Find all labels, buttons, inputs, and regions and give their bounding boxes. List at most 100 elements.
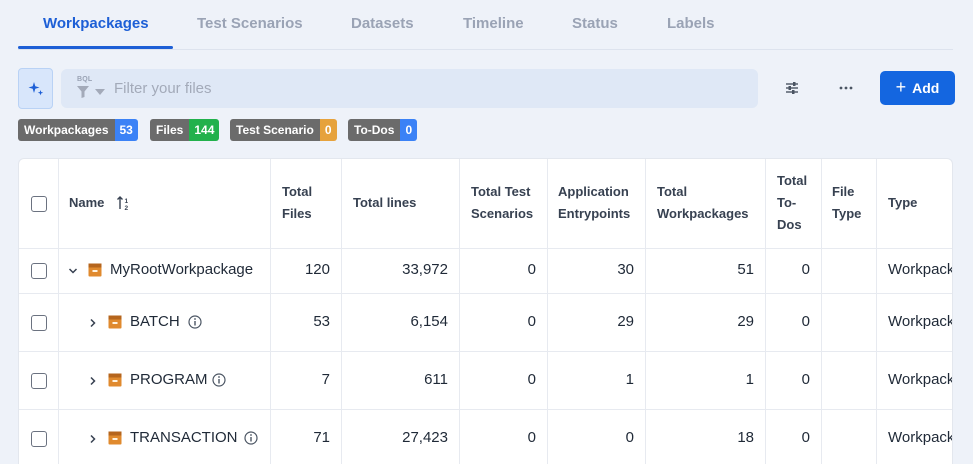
- header-total-test-scenarios[interactable]: Total Test Scenarios: [471, 181, 533, 225]
- column-divider: [58, 159, 59, 464]
- badge-count: 0: [400, 119, 418, 141]
- tab-timeline[interactable]: Timeline: [463, 15, 524, 32]
- bql-toggle[interactable]: BQL: [75, 76, 109, 99]
- more-horizontal-icon: [839, 86, 853, 90]
- cell-total-files: 7: [321, 371, 330, 388]
- column-divider: [341, 159, 342, 464]
- header-total-lines[interactable]: Total lines: [353, 192, 416, 214]
- info-icon[interactable]: [188, 315, 202, 329]
- row-name[interactable]: MyRootWorkpackage: [110, 261, 253, 278]
- cell-total-todos: 0: [801, 371, 810, 388]
- badge-label: Test Scenario: [230, 119, 320, 141]
- cell-type: Workpackage: [888, 429, 953, 446]
- add-button[interactable]: + Add: [880, 71, 955, 105]
- ai-assist-button[interactable]: [18, 68, 53, 109]
- chevron-down-icon[interactable]: [68, 266, 78, 276]
- filter-input[interactable]: BQL Filter your files: [61, 69, 758, 108]
- cell-total-todos: 0: [801, 313, 810, 330]
- header-total-files[interactable]: Total Files: [282, 181, 312, 225]
- cell-total-test-scenarios: 0: [527, 313, 536, 330]
- header-line: Application: [558, 184, 629, 199]
- select-all-checkbox[interactable]: [31, 196, 47, 212]
- filter-placeholder: Filter your files: [114, 80, 212, 97]
- funnel-icon: [77, 86, 89, 98]
- cell-total-workpackages: 18: [737, 429, 754, 446]
- header-application-entrypoints[interactable]: Application Entrypoints: [558, 181, 630, 225]
- column-divider: [547, 159, 548, 464]
- tab-labels[interactable]: Labels: [667, 15, 715, 32]
- row-name[interactable]: TRANSACTION: [130, 429, 238, 446]
- cell-total-test-scenarios: 0: [527, 261, 536, 278]
- row-divider: [19, 248, 952, 249]
- header-file-type[interactable]: File Type: [832, 181, 861, 225]
- workpackage-icon: [108, 315, 122, 329]
- cell-total-files: 71: [313, 429, 330, 446]
- svg-text:2: 2: [125, 205, 129, 211]
- column-divider: [876, 159, 877, 464]
- chevron-right-icon[interactable]: [88, 434, 98, 444]
- workpackage-icon: [88, 263, 102, 277]
- header-line: Type: [832, 206, 862, 221]
- row-checkbox[interactable]: [31, 315, 47, 331]
- row-divider: [19, 351, 952, 352]
- cell-type: Workpackage: [888, 371, 953, 388]
- badge-test-scenario[interactable]: Test Scenario 0: [230, 119, 337, 141]
- column-divider: [270, 159, 271, 464]
- column-divider: [645, 159, 646, 464]
- header-line: Dos: [777, 217, 802, 232]
- workpackage-icon: [108, 431, 122, 445]
- row-name[interactable]: PROGRAM: [130, 371, 208, 388]
- row-checkbox[interactable]: [31, 263, 47, 279]
- badge-count: 144: [189, 119, 220, 141]
- header-name[interactable]: Name: [69, 192, 104, 214]
- plus-icon: +: [895, 77, 907, 97]
- more-options-button[interactable]: [831, 73, 861, 103]
- header-line: Scenarios: [471, 206, 534, 221]
- badge-label: Files: [150, 119, 190, 141]
- header-total-todos[interactable]: Total To- Dos: [777, 170, 807, 236]
- info-icon[interactable]: [244, 431, 258, 445]
- tab-workpackages[interactable]: Workpackages: [43, 15, 149, 32]
- tab-test-scenarios[interactable]: Test Scenarios: [197, 15, 303, 32]
- chevron-right-icon[interactable]: [88, 318, 98, 328]
- tab-datasets[interactable]: Datasets: [351, 15, 414, 32]
- cell-total-lines: 611: [424, 371, 448, 388]
- header-line: File: [832, 184, 855, 199]
- badge-files[interactable]: Files 144: [150, 119, 220, 141]
- cell-total-lines: 33,972: [402, 261, 448, 278]
- tab-status[interactable]: Status: [572, 15, 618, 32]
- workpackage-icon: [108, 373, 122, 387]
- cell-total-test-scenarios: 0: [527, 429, 536, 446]
- row-name[interactable]: BATCH: [130, 313, 180, 330]
- tab-bar: Workpackages Test Scenarios Datasets Tim…: [18, 0, 953, 50]
- cell-application-entrypoints: 1: [625, 371, 634, 388]
- sort-ascending-icon[interactable]: 1 2: [116, 195, 132, 211]
- bql-label: BQL: [77, 76, 93, 83]
- header-line: Total: [657, 184, 688, 199]
- cell-type: Workpackage: [888, 261, 953, 278]
- badge-todos[interactable]: To-Dos 0: [348, 119, 418, 141]
- cell-total-workpackages: 51: [737, 261, 754, 278]
- badge-workpackages[interactable]: Workpackages 53: [18, 119, 138, 141]
- header-line: Total: [777, 173, 808, 188]
- row-checkbox[interactable]: [31, 373, 47, 389]
- chevron-down-icon: [95, 89, 105, 95]
- cell-application-entrypoints: 29: [617, 313, 634, 330]
- chevron-right-icon[interactable]: [88, 376, 98, 386]
- cell-total-lines: 6,154: [410, 313, 448, 330]
- info-icon[interactable]: [212, 373, 226, 387]
- badge-count: 0: [319, 119, 337, 141]
- cell-total-todos: 0: [801, 429, 810, 446]
- column-settings-button[interactable]: [777, 73, 807, 103]
- row-checkbox[interactable]: [31, 431, 47, 447]
- cell-application-entrypoints: 0: [625, 429, 634, 446]
- header-line: Total: [282, 184, 313, 199]
- column-divider: [459, 159, 460, 464]
- header-line: Total Test: [471, 184, 531, 199]
- header-type[interactable]: Type: [888, 192, 917, 214]
- active-tab-indicator: [18, 46, 173, 49]
- badge-count: 53: [114, 119, 138, 141]
- cell-total-workpackages: 29: [737, 313, 754, 330]
- add-button-label: Add: [912, 80, 940, 96]
- header-total-workpackages[interactable]: Total Workpackages: [657, 181, 749, 225]
